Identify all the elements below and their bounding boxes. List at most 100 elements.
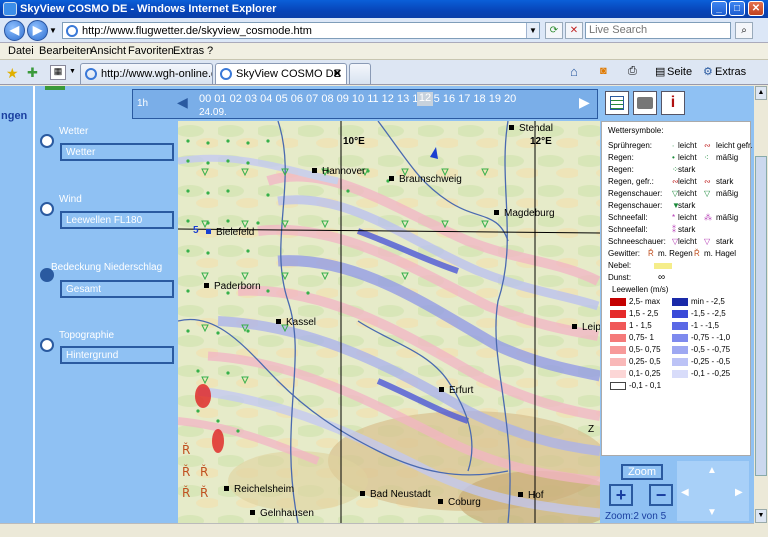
legend-row-v1: leicht	[678, 141, 697, 150]
lee-wave-title: Leewellen (m/s)	[612, 285, 669, 294]
weather-radio[interactable]	[40, 134, 54, 148]
wind-select[interactable]: Leewellen FL180	[60, 211, 174, 229]
snow-moderate-icon: ⁂	[704, 213, 712, 222]
feeds-icon[interactable]: ◙	[600, 65, 607, 77]
home-icon[interactable]: ⌂	[570, 64, 578, 79]
city-cut[interactable]: Z	[588, 424, 594, 435]
vertical-scrollbar[interactable]: ▲ ▼	[754, 86, 768, 523]
quick-tabs-icon[interactable]: ▦	[50, 65, 66, 80]
city-stendal[interactable]: Stendal	[509, 123, 553, 134]
info-icon[interactable]: i	[661, 91, 685, 115]
next-hour-arrow-icon[interactable]: ▶	[579, 94, 590, 111]
city-hannover[interactable]: Hannover	[312, 166, 365, 177]
pan-down-icon[interactable]: ▼	[707, 507, 717, 518]
legend-row-v2: stark	[716, 237, 734, 246]
zoom-in-button[interactable]: +	[609, 484, 633, 506]
weather-map[interactable]: Ř Ř Ř Ř Ř 10°E 12°E 5 Stendal Hannover B…	[178, 121, 600, 523]
city-bad-neustadt[interactable]: Bad Neustadt	[360, 489, 431, 500]
city-paderborn[interactable]: Paderborn	[204, 281, 261, 292]
menu-extras[interactable]: Extras	[173, 45, 204, 57]
lee-label-positive: 0,1- 0,25	[629, 369, 661, 378]
fog-swatch	[654, 263, 672, 269]
cut-text: ngen	[1, 110, 28, 122]
add-favorites-icon[interactable]: ✚	[27, 65, 38, 81]
prev-hour-arrow-icon[interactable]: ◀	[177, 94, 188, 111]
menu-ansicht[interactable]: Ansicht	[90, 45, 126, 57]
lee-label-positive: -0,1 - 0,1	[629, 381, 662, 390]
city-bielefeld[interactable]: Bielefeld	[206, 227, 254, 238]
city-label: Erfurt	[449, 385, 474, 396]
horizontal-scrollbar[interactable]	[0, 523, 754, 537]
browser-window: SkyView COSMO DE - Windows Internet Expl…	[0, 0, 768, 537]
back-arrow-icon[interactable]: ◀	[4, 20, 25, 41]
menu-help[interactable]: ?	[207, 45, 213, 57]
tab-skyview[interactable]: SkyView COSMO DE ✕	[215, 63, 347, 84]
lee-swatch-negative	[672, 346, 688, 354]
topography-select[interactable]: Hintergrund	[60, 346, 174, 364]
menu-datei[interactable]: Datei	[8, 45, 34, 57]
legend-row-v1: stark	[678, 225, 696, 234]
stop-icon[interactable]: ✕	[565, 22, 583, 39]
favorites-star-icon[interactable]: ★	[6, 65, 19, 82]
city-hof[interactable]: Hof	[518, 490, 544, 501]
selected-hour[interactable]: 12	[417, 92, 433, 106]
maximize-button[interactable]: □	[729, 1, 745, 16]
minimize-button[interactable]: _	[711, 1, 727, 16]
svg-text:Ř: Ř	[182, 464, 190, 479]
city-reichelsheim[interactable]: Reichelsheim	[224, 484, 294, 495]
print-icon[interactable]: ⎙	[628, 65, 637, 78]
zoom-title: Zoom	[621, 464, 663, 480]
address-dropdown-icon[interactable]: ▼	[526, 23, 539, 38]
city-label: Hof	[528, 490, 544, 501]
tab-wgh-online[interactable]: http://www.wgh-online.de/w...	[80, 63, 213, 84]
address-field[interactable]: http://www.flugwetter.de/skyview_cosmode…	[62, 22, 540, 39]
close-tab-icon[interactable]: ✕	[333, 67, 342, 80]
search-icon[interactable]: ⌕	[735, 22, 753, 39]
pan-right-icon[interactable]: ▶	[735, 487, 743, 498]
page-icon	[220, 68, 232, 80]
menu-favoriten[interactable]: Favoriten	[128, 45, 174, 57]
hour-list[interactable]: 00 01 02 03 04 05 06 07 08 09 10 11 12 1…	[199, 93, 516, 105]
new-tab-button[interactable]	[349, 63, 371, 84]
city-magdeburg[interactable]: Magdeburg	[494, 208, 555, 219]
legend-row-v2: leicht gefr.	[716, 141, 753, 150]
table-view-icon[interactable]	[605, 91, 629, 115]
search-input[interactable]	[586, 23, 726, 37]
page-menu[interactable]: Seite	[667, 66, 692, 78]
menu-bar: Datei Bearbeiten Ansicht Favoriten Extra…	[0, 43, 768, 60]
lee-swatch-positive	[610, 310, 626, 318]
pan-up-icon[interactable]: ▲	[707, 465, 717, 476]
svg-text:Ř: Ř	[200, 464, 208, 479]
window-title: SkyView COSMO DE - Windows Internet Expl…	[20, 3, 277, 15]
zoom-out-button[interactable]: −	[649, 484, 673, 506]
cloud-precip-select[interactable]: Gesamt	[60, 280, 174, 298]
legend-row-v2: mäßig	[716, 189, 739, 198]
city-kassel[interactable]: Kassel	[276, 317, 316, 328]
weather-select[interactable]: Wetter	[60, 143, 174, 161]
print-map-icon[interactable]	[633, 91, 657, 115]
pan-left-icon[interactable]: ◀	[681, 487, 689, 498]
city-leipzig[interactable]: Leip	[572, 322, 600, 333]
refresh-icon[interactable]: ⟳	[545, 22, 563, 39]
history-dropdown-icon[interactable]: ▼	[49, 26, 57, 35]
city-braunschweig[interactable]: Braunschweig	[389, 174, 462, 185]
scroll-thumb[interactable]	[755, 156, 767, 476]
topography-radio[interactable]	[40, 338, 54, 352]
tab-list-dropdown-icon[interactable]: ▼	[69, 68, 76, 75]
menu-bearbeiten[interactable]: Bearbeiten	[39, 45, 92, 57]
legend-row: Dunst: ∞	[608, 272, 665, 283]
snow-shower-heavy-icon: ▽	[704, 237, 711, 246]
city-coburg[interactable]: Coburg	[438, 497, 481, 508]
step-label[interactable]: 1h	[137, 98, 148, 109]
close-button[interactable]: ✕	[748, 1, 764, 16]
wind-radio[interactable]	[40, 202, 54, 216]
tools-menu[interactable]: Extras	[715, 66, 746, 78]
scroll-down-icon[interactable]: ▼	[755, 509, 767, 523]
legend-row: Regenschauer: ▽ leicht ▽ mäßig	[608, 189, 738, 198]
lee-label-negative: -0,75 - -1,0	[691, 333, 731, 342]
forward-arrow-icon[interactable]: ▶	[27, 20, 48, 41]
search-field[interactable]	[585, 22, 731, 39]
city-gelnhausen[interactable]: Gelnhausen	[250, 508, 314, 519]
scroll-up-icon[interactable]: ▲	[755, 86, 767, 100]
city-erfurt[interactable]: Erfurt	[439, 385, 473, 396]
